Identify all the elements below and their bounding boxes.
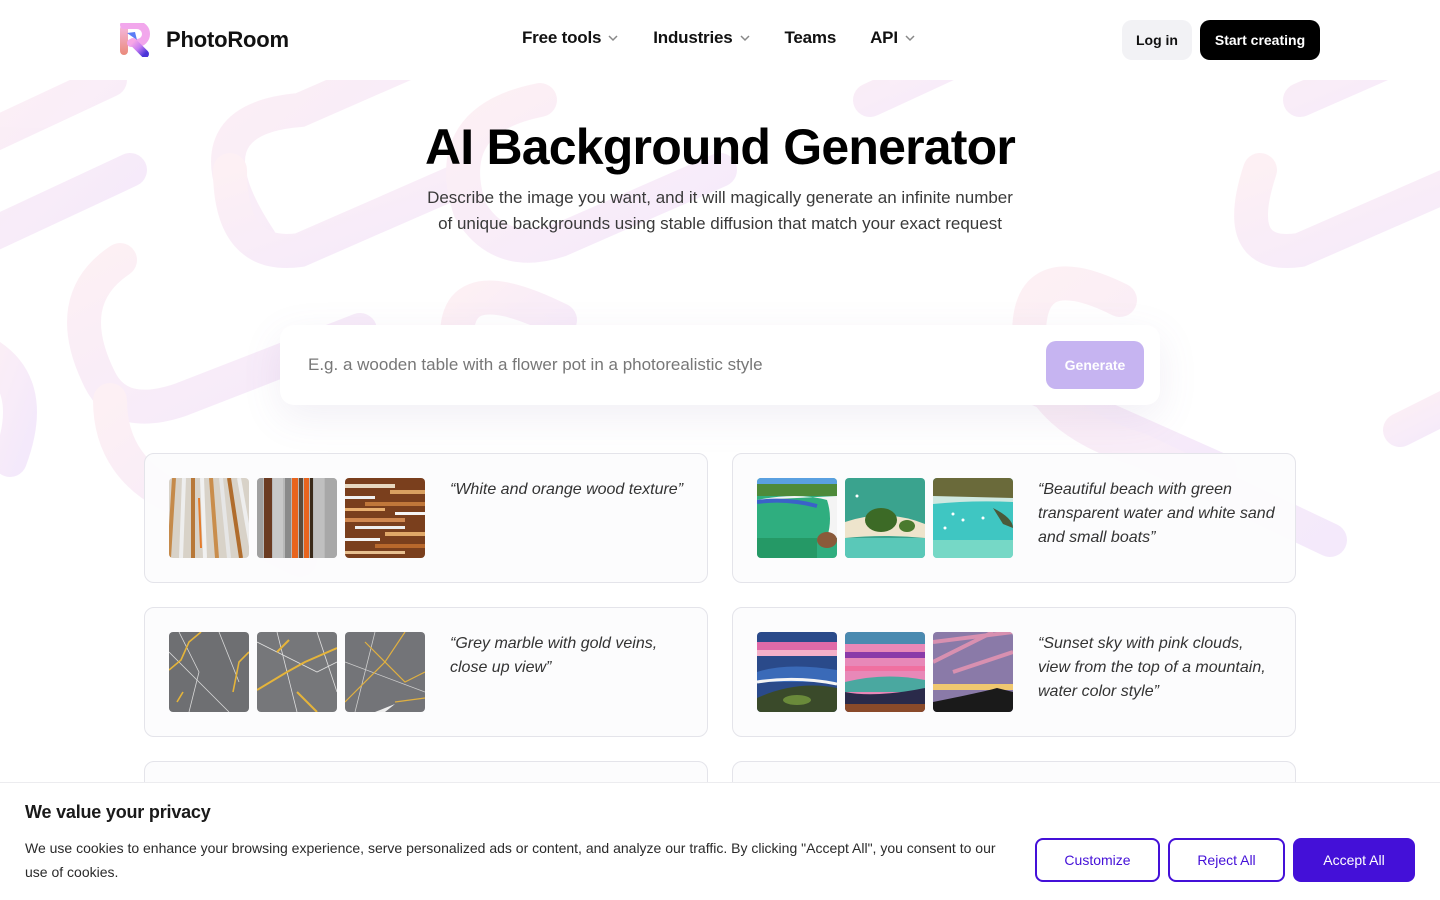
marble-image[interactable] <box>169 632 249 712</box>
cookie-consent-banner: We value your privacy We use cookies to … <box>0 782 1440 900</box>
brand-name: PhotoRoom <box>166 27 289 52</box>
beach-image[interactable] <box>757 478 837 558</box>
example-caption: “Grey marble with gold veins, close up v… <box>450 635 658 676</box>
wood-texture-image[interactable] <box>257 478 337 558</box>
marble-image[interactable] <box>257 632 337 712</box>
marble-image[interactable] <box>345 632 425 712</box>
nav-api-label: API <box>870 28 898 47</box>
nav-industries[interactable]: Industries <box>653 28 750 48</box>
login-button[interactable]: Log in <box>1122 20 1192 60</box>
example-card-marble[interactable]: “Grey marble with gold veins, close up v… <box>144 607 708 737</box>
nav-industries-label: Industries <box>653 28 733 47</box>
page-subtitle: Describe the image you want, and it will… <box>427 188 1013 233</box>
generate-button[interactable]: Generate <box>1046 341 1144 389</box>
nav-free-tools[interactable]: Free tools <box>522 28 619 48</box>
example-caption: “Beautiful beach with green transparent … <box>1038 481 1275 546</box>
sunset-image[interactable] <box>757 632 837 712</box>
example-thumbnails <box>757 632 1013 712</box>
customize-button[interactable]: Customize <box>1035 838 1160 882</box>
cookie-description: We use cookies to enhance your browsing … <box>25 840 996 880</box>
example-card-beach[interactable]: “Beautiful beach with green transparent … <box>732 453 1296 583</box>
reject-all-button[interactable]: Reject All <box>1168 838 1285 882</box>
sunset-image[interactable] <box>933 632 1013 712</box>
cookie-title: We value your privacy <box>25 802 211 822</box>
example-caption: “Sunset sky with pink clouds, view from … <box>1038 635 1266 700</box>
example-thumbnails <box>757 478 1013 558</box>
chevron-down-icon <box>739 35 750 42</box>
accept-all-button[interactable]: Accept All <box>1293 838 1415 882</box>
chevron-down-icon <box>905 35 915 42</box>
beach-image[interactable] <box>845 478 925 558</box>
prompt-form: Generate <box>280 325 1160 405</box>
beach-image[interactable] <box>933 478 1013 558</box>
example-card-sunset[interactable]: “Sunset sky with pink clouds, view from … <box>732 607 1296 737</box>
nav-teams-label: Teams <box>784 28 837 47</box>
example-thumbnails <box>169 478 425 558</box>
wood-texture-image[interactable] <box>169 478 249 558</box>
start-creating-button[interactable]: Start creating <box>1200 20 1320 60</box>
wood-texture-image[interactable] <box>345 478 425 558</box>
nav-teams[interactable]: Teams <box>785 28 837 48</box>
prompt-input[interactable] <box>308 345 1048 385</box>
example-caption: “White and orange wood texture” <box>450 481 684 498</box>
nav-api[interactable]: API <box>870 28 916 48</box>
page-title: AI Background Generator <box>424 119 1016 175</box>
example-thumbnails <box>169 632 425 712</box>
sunset-image[interactable] <box>845 632 925 712</box>
photoroom-logo[interactable]: PhotoRoom <box>119 23 289 57</box>
example-card-wood[interactable]: “White and orange wood texture” <box>144 453 708 583</box>
main-menu: Free tools Industries Teams API <box>522 28 950 48</box>
photoroom-logo-icon <box>120 23 150 57</box>
nav-free-tools-label: Free tools <box>522 28 602 47</box>
chevron-down-icon <box>608 35 618 42</box>
top-navigation: PhotoRoom Free tools Industries Teams AP… <box>0 0 1440 80</box>
